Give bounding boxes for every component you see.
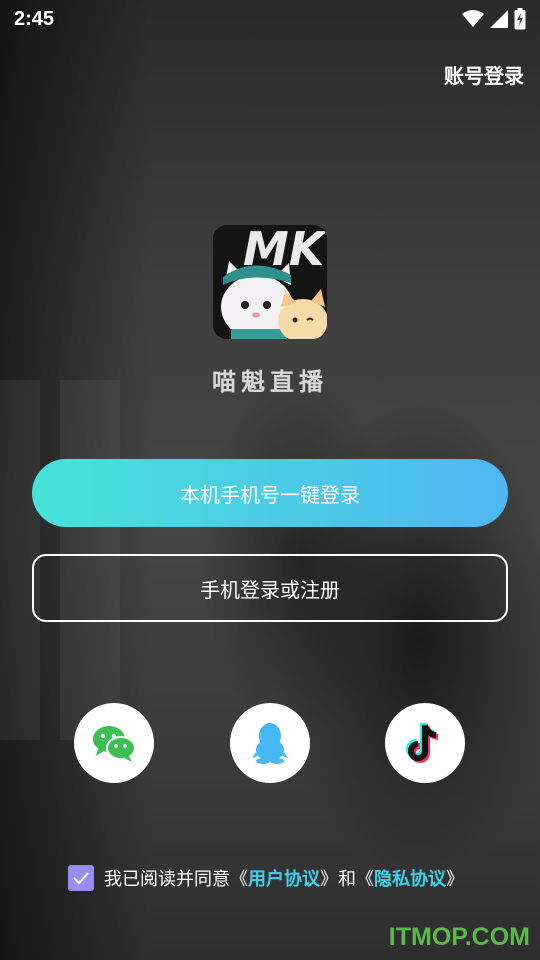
agreement-middle: 》和《	[320, 869, 374, 890]
wifi-icon	[462, 10, 484, 27]
checkmark-icon	[73, 872, 89, 885]
privacy-agreement-link[interactable]: 隐私协议	[374, 865, 446, 891]
douyin-login-button[interactable]	[385, 703, 465, 783]
status-icons	[462, 8, 526, 30]
qq-penguin-icon	[252, 723, 288, 764]
user-agreement-link[interactable]: 用户协议	[248, 865, 320, 891]
agreement-row: 我已阅读并同意《 用户协议 》和《 隐私协议 》	[68, 864, 464, 892]
app-logo: MK	[213, 225, 327, 339]
battery-charging-icon	[514, 8, 526, 30]
account-login-link[interactable]: 账号登录	[444, 60, 524, 89]
app-name: 喵魁直播	[212, 368, 328, 396]
one-click-login-button[interactable]: 本机手机号一键登录	[32, 459, 508, 527]
wechat-login-button[interactable]	[74, 703, 154, 783]
tiktok-icon	[406, 722, 439, 763]
cellular-signal-icon	[490, 10, 508, 28]
status-bar: 2:45	[0, 0, 540, 38]
status-time: 2:45	[14, 7, 55, 30]
agreement-suffix: 》	[446, 869, 464, 890]
agreement-checkbox[interactable]	[68, 865, 94, 891]
watermark: ITMOP.COM	[388, 923, 530, 951]
qq-login-button[interactable]	[230, 703, 310, 783]
agreement-prefix: 我已阅读并同意《	[104, 869, 248, 890]
app-logo-image: MK	[213, 225, 327, 339]
phone-login-register-button[interactable]: 手机登录或注册	[32, 554, 508, 622]
wechat-icon	[93, 726, 136, 762]
